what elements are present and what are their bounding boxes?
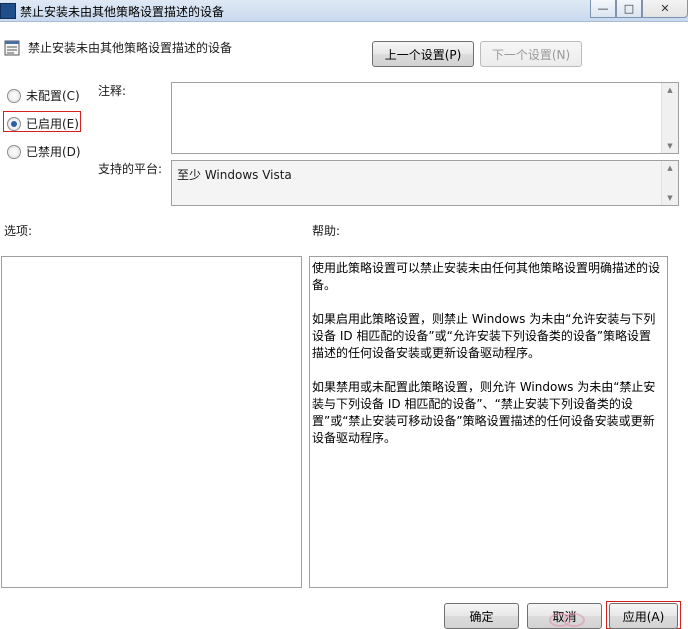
options-label: 选项:	[4, 224, 33, 238]
policy-title: 禁止安装未由其他策略设置描述的设备	[28, 41, 233, 55]
minimize-button[interactable]: —	[590, 0, 616, 18]
window-title: 禁止安装未由其他策略设置描述的设备	[20, 5, 225, 19]
help-paragraph: 如果启用此策略设置，则禁止 Windows 为未由“允许安装与下列设备 ID 相…	[312, 312, 656, 360]
help-paragraph: 如果禁用或未配置此策略设置，则允许 Windows 为未由“禁止安装与下列设备 …	[312, 380, 656, 445]
options-pane[interactable]	[1, 256, 302, 588]
minimize-icon: —	[597, 2, 609, 15]
platform-label: 支持的平台:	[98, 162, 163, 176]
radio-circle[interactable]	[7, 88, 21, 103]
ok-button[interactable]: 确定	[444, 603, 519, 629]
help-label: 帮助:	[312, 224, 341, 238]
comment-scrollbar[interactable]: ▲ ▼	[661, 83, 678, 153]
platform-value: 至少 Windows Vista	[177, 168, 292, 182]
prev-setting-button[interactable]: 上一个设置(P)	[372, 41, 474, 67]
platform-scrollbar[interactable]: ▲ ▼	[661, 161, 678, 205]
scroll-down-icon[interactable]: ▼	[662, 191, 678, 205]
scroll-down-icon[interactable]: ▼	[662, 139, 678, 153]
help-paragraph: 使用此策略设置可以禁止安装未由任何其他策略设置明确描述的设备。	[312, 261, 661, 292]
radio-circle[interactable]	[7, 144, 21, 159]
radio-disabled[interactable]: 已禁用(D)	[7, 143, 81, 160]
maximize-button[interactable]: □	[616, 0, 642, 18]
maximize-icon: □	[623, 2, 635, 15]
radio-circle-checked[interactable]	[7, 116, 21, 131]
comment-label: 注释:	[98, 84, 127, 98]
close-icon: ✕	[660, 2, 670, 15]
next-setting-button[interactable]: 下一个设置(N)	[480, 41, 582, 67]
comment-textarea[interactable]: ▲ ▼	[171, 82, 679, 154]
platform-field[interactable]: 至少 Windows Vista ▲ ▼	[171, 160, 679, 206]
radio-label: 已启用(E)	[26, 117, 79, 131]
title-bar[interactable]: 禁止安装未由其他策略设置描述的设备 — □ ✕	[0, 0, 688, 22]
radio-not-configured[interactable]: 未配置(C)	[7, 87, 80, 104]
comment-value	[172, 83, 678, 89]
radio-label: 未配置(C)	[26, 89, 80, 103]
close-button[interactable]: ✕	[642, 0, 688, 18]
watermark-logo-icon	[549, 613, 585, 627]
apply-button[interactable]: 应用(A)	[609, 603, 678, 629]
scroll-up-icon[interactable]: ▲	[662, 83, 678, 97]
scroll-up-icon[interactable]: ▲	[662, 161, 678, 175]
help-text: 使用此策略设置可以禁止安装未由任何其他策略设置明确描述的设备。 如果启用此策略设…	[312, 260, 662, 464]
radio-enabled[interactable]: 已启用(E)	[7, 115, 79, 132]
app-icon	[0, 3, 16, 19]
policy-settings-icon	[4, 40, 20, 56]
radio-label: 已禁用(D)	[26, 145, 81, 159]
